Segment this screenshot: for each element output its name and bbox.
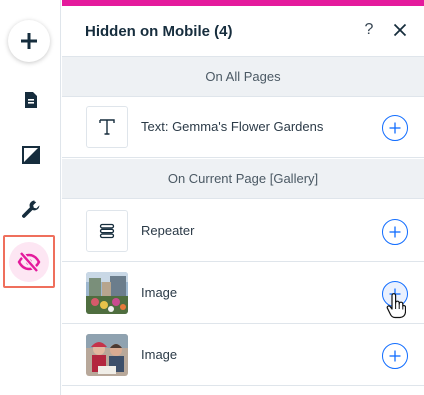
add-elements-button[interactable] — [8, 20, 50, 62]
show-on-mobile-button[interactable] — [382, 343, 408, 369]
plus-icon — [21, 33, 37, 49]
section-header-current-page: On Current Page [Gallery] — [62, 159, 424, 199]
background-icon — [21, 146, 40, 164]
help-button[interactable]: ? — [359, 19, 379, 41]
tools-button[interactable] — [0, 187, 61, 231]
pages-button[interactable] — [0, 78, 61, 122]
show-on-mobile-button[interactable] — [382, 115, 408, 141]
eye-hidden-icon — [17, 250, 41, 273]
page-icon — [24, 92, 37, 108]
design-button[interactable] — [0, 133, 61, 177]
section-header-all-pages: On All Pages — [62, 57, 424, 97]
left-toolbar — [0, 0, 61, 395]
image-thumbnail-flowers — [86, 272, 128, 314]
hidden-on-mobile-panel: Hidden on Mobile (4) ? On All Pages Text… — [62, 0, 424, 395]
show-on-mobile-button[interactable] — [382, 219, 408, 245]
plus-icon — [389, 350, 401, 362]
item-label: Text: Gemma's Flower Gardens — [141, 119, 324, 134]
panel-header: Hidden on Mobile (4) ? — [62, 6, 424, 57]
plus-icon — [389, 122, 401, 134]
close-button[interactable] — [389, 19, 411, 41]
item-label: Image — [141, 285, 178, 300]
list-item: Image — [62, 325, 424, 386]
wrench-icon — [21, 200, 39, 218]
list-item: Repeater — [62, 201, 424, 262]
panel-title: Hidden on Mobile (4) — [85, 23, 233, 40]
hidden-on-mobile-button[interactable] — [3, 235, 55, 288]
item-label: Repeater — [141, 223, 195, 238]
active-tool-highlight — [9, 241, 49, 282]
image-thumbnail-people — [86, 334, 128, 376]
hand-cursor-icon — [386, 293, 406, 319]
list-item: Text: Gemma's Flower Gardens — [62, 97, 424, 158]
list-item: Image — [62, 263, 424, 324]
plus-icon — [389, 226, 401, 238]
close-icon — [393, 23, 407, 37]
repeater-icon — [86, 210, 128, 252]
text-icon — [86, 106, 128, 148]
item-label: Image — [141, 347, 178, 362]
